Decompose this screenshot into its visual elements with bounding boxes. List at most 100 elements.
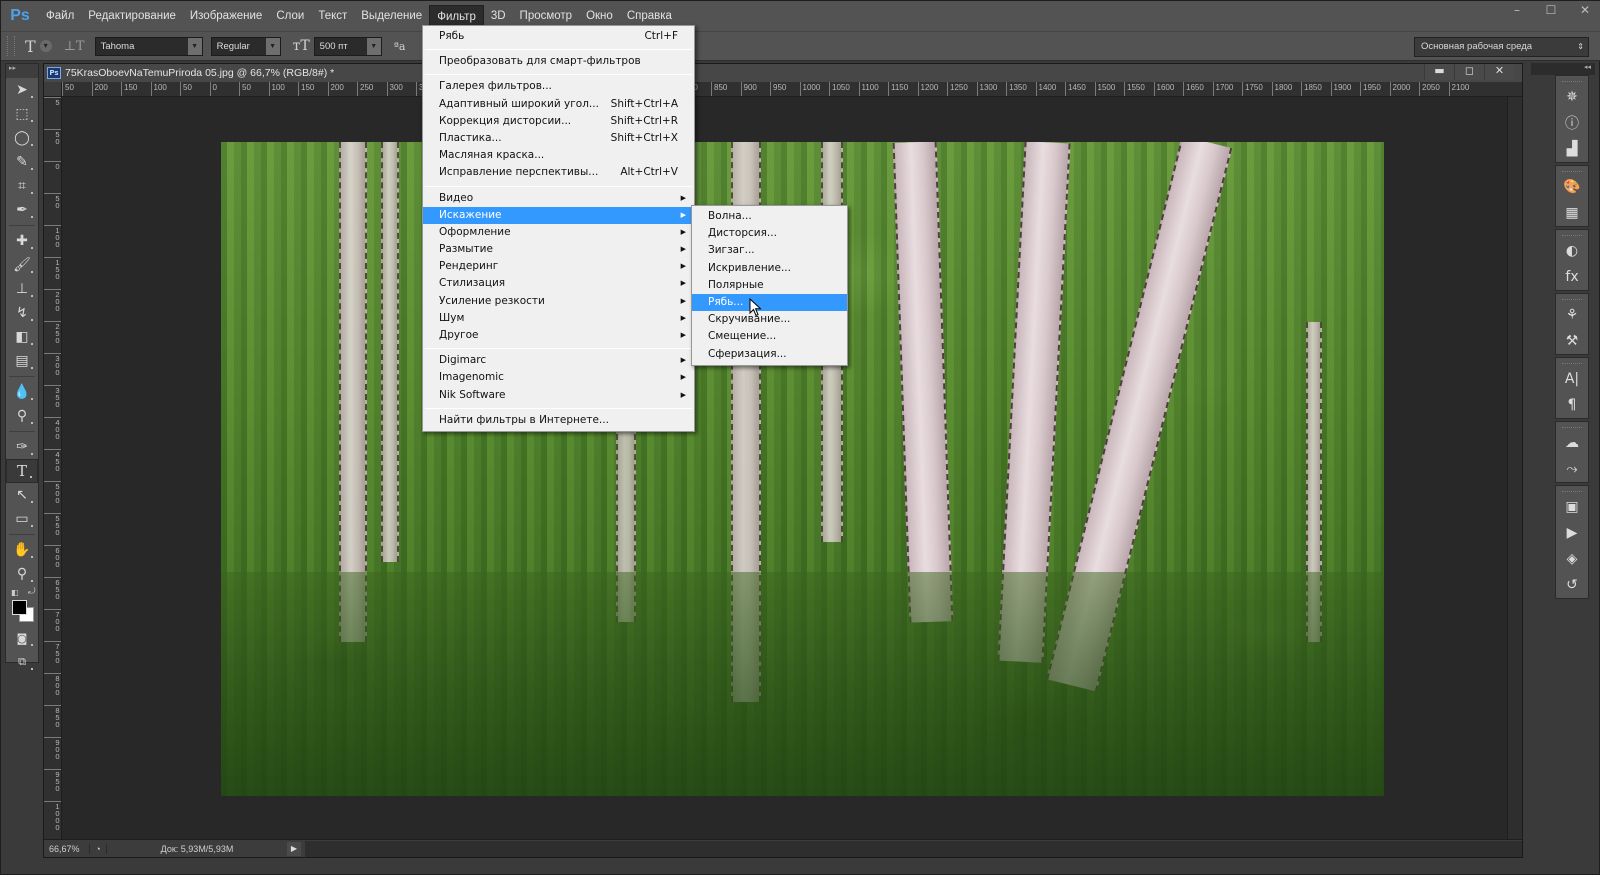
styles-icon[interactable]: fx <box>1556 264 1588 290</box>
dodge-tool[interactable]: ⚲ <box>6 404 38 428</box>
doc-close-button[interactable]: ✕ <box>1484 64 1514 80</box>
horizontal-ruler[interactable]: 5020015010050050100150200250300350400450… <box>62 82 1522 97</box>
horizontal-scrollbar[interactable] <box>305 840 1522 857</box>
dock-group-grip[interactable] <box>1562 294 1582 300</box>
swatches-icon[interactable]: ▦ <box>1556 200 1588 226</box>
hand-tool[interactable]: ✋ <box>6 538 38 562</box>
menu-1[interactable]: Редактирование <box>81 5 183 27</box>
quick-selection-tool[interactable]: ✎ <box>6 150 38 174</box>
close-button[interactable]: ✕ <box>1577 3 1593 17</box>
anti-alias-icon[interactable]: ªa <box>394 40 406 53</box>
move-tool[interactable]: ➤ <box>6 78 38 102</box>
vertical-ruler[interactable]: 5 50 0 50 100 150 200 250 300 350 400 450 500 550 600 6… <box>44 97 62 839</box>
channels-icon[interactable]: ☁ <box>1556 430 1588 456</box>
screen-mode-button[interactable]: ⧉ <box>6 650 38 674</box>
menu-8[interactable]: Просмотр <box>513 5 580 27</box>
brush-presets-icon[interactable]: ⚘ <box>1556 302 1588 328</box>
distort-menu-item[interactable]: Дисторсия... <box>692 225 847 242</box>
filter-menu-item[interactable]: Стилизация ▶ <box>423 275 694 292</box>
zoom-tool[interactable]: ⚲ <box>6 562 38 586</box>
zoom-level[interactable]: 66,67% <box>44 844 89 854</box>
info-icon[interactable]: ⓘ <box>1556 110 1588 136</box>
brush-tool[interactable]: 🖌 <box>6 253 38 277</box>
adjustments-icon[interactable]: ◐ <box>1556 238 1588 264</box>
lasso-tool[interactable]: ◯ <box>6 126 38 150</box>
distort-menu-item[interactable]: Смещение... <box>692 328 847 345</box>
distort-menu-item[interactable]: Сферизация... <box>692 346 847 363</box>
tool-preset-dropdown[interactable]: ▾ <box>39 40 52 52</box>
filter-menu-item[interactable]: Другое ▶ <box>423 327 694 344</box>
history-icon[interactable]: ↺ <box>1556 572 1588 598</box>
menu-7[interactable]: 3D <box>484 5 513 27</box>
toolbox-collapse[interactable]: ▸▸ <box>6 64 38 78</box>
options-grip[interactable] <box>7 36 15 56</box>
filter-menu-item[interactable]: Исправление перспективы... Alt+Ctrl+V <box>423 164 694 181</box>
dock-group-grip[interactable] <box>1562 76 1582 82</box>
navigator-icon[interactable]: ✵ <box>1556 84 1588 110</box>
workspace-dropdown[interactable]: Основная рабочая среда ⇕ <box>1414 37 1589 57</box>
crop-tool[interactable]: ⌗ <box>6 174 38 198</box>
blur-tool[interactable]: 💧 <box>6 380 38 404</box>
filter-menu-item[interactable]: Шум ▶ <box>423 310 694 327</box>
filter-menu-item[interactable]: Пластика... Shift+Ctrl+X <box>423 130 694 147</box>
filter-menu-item[interactable]: Digimarc ▶ <box>423 352 694 369</box>
quick-mask-button[interactable]: ◙ <box>6 626 38 650</box>
menu-6[interactable]: Фильтр <box>429 5 484 27</box>
font-size-dropdown[interactable]: 500 пт ▼ <box>313 36 382 56</box>
foreground-color[interactable] <box>12 600 27 615</box>
dock-group-grip[interactable] <box>1562 358 1582 364</box>
distort-menu-item[interactable]: Искривление... <box>692 260 847 277</box>
status-menu-arrow-icon[interactable]: ▶ <box>287 841 301 856</box>
dock-group-grip[interactable] <box>1562 486 1582 492</box>
doc-maximize-button[interactable]: ◻ <box>1454 64 1484 80</box>
filter-menu-item[interactable]: Видео ▶ <box>423 190 694 207</box>
menu-0[interactable]: Файл <box>39 5 81 27</box>
histogram-icon[interactable]: ▟ <box>1556 136 1588 162</box>
dock-group-grip[interactable] <box>1562 422 1582 428</box>
paragraph-icon[interactable]: ¶ <box>1556 392 1588 418</box>
properties-icon[interactable]: ▣ <box>1556 494 1588 520</box>
actions-icon[interactable]: ▶ <box>1556 520 1588 546</box>
filter-menu-item[interactable]: Преобразовать для смарт-фильтров <box>423 53 694 70</box>
filter-menu-item[interactable]: Искажение ▶ <box>423 206 694 224</box>
maximize-button[interactable]: ☐ <box>1543 3 1559 17</box>
minimize-button[interactable]: – <box>1509 3 1525 17</box>
spot-healing-tool[interactable]: ✚ <box>6 229 38 253</box>
gradient-tool[interactable]: ▤ <box>6 349 38 373</box>
default-colors-icon[interactable]: ◧ <box>11 588 19 597</box>
font-style-dropdown[interactable]: Regular ▼ <box>210 36 281 56</box>
color-icon[interactable]: 🎨 <box>1556 174 1588 200</box>
character-icon[interactable]: A| <box>1556 366 1588 392</box>
dock-group-grip[interactable] <box>1562 166 1582 172</box>
distort-menu-item[interactable]: Зигзаг... <box>692 242 847 259</box>
swap-colors-icon[interactable]: ⤾ <box>28 587 36 597</box>
layers-icon[interactable]: ◈ <box>1556 546 1588 572</box>
filter-menu-item[interactable]: Nik Software ▶ <box>423 387 694 404</box>
filter-menu-item[interactable]: Imagenomic ▶ <box>423 369 694 386</box>
filter-menu-item[interactable]: Адаптивный широкий угол... Shift+Ctrl+A <box>423 96 694 113</box>
orientation-toggle-icon[interactable]: ⊥T <box>64 39 85 54</box>
menu-2[interactable]: Изображение <box>183 5 269 27</box>
paths-icon[interactable]: ⤳ <box>1556 456 1588 482</box>
distort-menu-item[interactable]: Рябь... <box>692 293 847 312</box>
filter-menu-item[interactable]: Усиление резкости ▶ <box>423 293 694 310</box>
menu-4[interactable]: Текст <box>311 5 354 27</box>
document-tab[interactable]: Ps 75KrasOboevNaTemuPriroda 05.jpg @ 66,… <box>44 64 1522 82</box>
clone-source-icon[interactable]: ⚒ <box>1556 328 1588 354</box>
path-selection-tool[interactable]: ↖ <box>6 483 38 507</box>
menu-10[interactable]: Справка <box>620 5 679 27</box>
doc-minimize-button[interactable]: ▬ <box>1424 64 1454 80</box>
dock-collapse-button[interactable]: ◂◂ <box>1531 63 1595 75</box>
type-tool-icon[interactable]: T <box>25 37 36 56</box>
filter-menu-item[interactable]: Галерея фильтров... <box>423 78 694 95</box>
font-family-dropdown[interactable]: Tahoma ▼ <box>94 36 203 56</box>
filter-menu-item[interactable]: Размытие ▶ <box>423 241 694 258</box>
distort-menu-item[interactable]: Скручивание... <box>692 311 847 328</box>
type-tool[interactable]: T <box>6 459 38 483</box>
filter-menu-item[interactable]: Коррекция дисторсии... Shift+Ctrl+R <box>423 113 694 130</box>
history-brush-tool[interactable]: ↯ <box>6 301 38 325</box>
rectangle-tool[interactable]: ▭ <box>6 507 38 531</box>
menu-5[interactable]: Выделение <box>354 5 429 27</box>
eyedropper-tool[interactable]: ✒ <box>6 198 38 222</box>
filter-menu-item[interactable]: Рябь Ctrl+F <box>423 28 694 45</box>
